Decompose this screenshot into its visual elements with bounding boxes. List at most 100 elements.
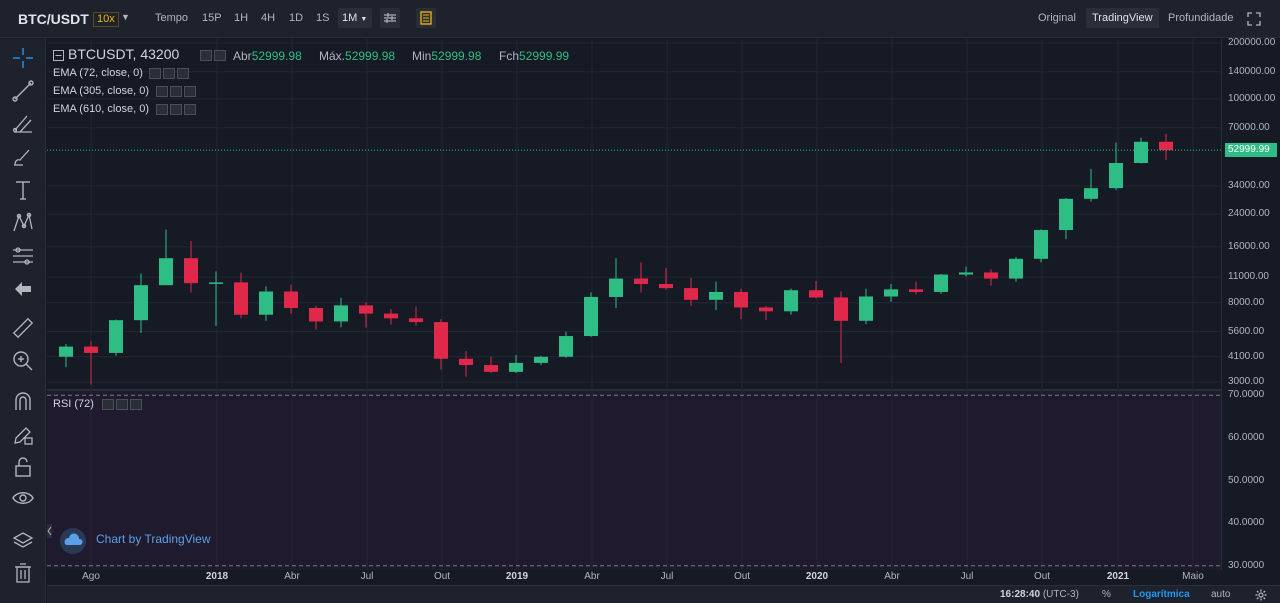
candle-body [359, 305, 373, 314]
time-axis-label: Maio [1182, 571, 1204, 582]
interval-1h[interactable]: 1H [234, 12, 248, 24]
fib-icon[interactable] [11, 112, 35, 136]
collapse-legend-icon[interactable] [53, 50, 64, 61]
notes-icon[interactable] [416, 8, 436, 28]
collapse-handle[interactable] [47, 524, 52, 538]
price-axis-label: 5600.00 [1228, 325, 1265, 337]
time-axis-label: Abr [584, 571, 600, 582]
legend-title: BTCUSDT, 43200 [68, 46, 180, 62]
ohlc-close-label: Fch [499, 49, 520, 63]
price-axis-label: 16000.00 [1228, 240, 1270, 252]
prediction-icon[interactable] [11, 244, 35, 268]
rsi-settings-icon[interactable] [102, 399, 114, 410]
crosshair-icon[interactable] [11, 46, 35, 70]
time-axis-label: Jul [660, 571, 674, 582]
candle-body [159, 258, 173, 286]
trash-icon[interactable] [11, 561, 35, 585]
indicator-close-icon[interactable] [177, 68, 189, 79]
magnet-icon[interactable] [11, 390, 35, 414]
ruler-icon[interactable] [11, 316, 35, 340]
clock-value: 16:28:40 [1000, 589, 1041, 600]
view-tradingview[interactable]: TradingView [1086, 8, 1159, 28]
top-toolbar: BTC/USDT 10x ▼ Tempo 15P 1H 4H 1D 1S 1M … [0, 0, 1280, 38]
rsi-close-icon[interactable] [130, 399, 142, 410]
indicator-ema-610[interactable]: EMA (610, close, 0) [53, 103, 149, 115]
indicator-visibility-icon[interactable] [170, 104, 182, 115]
ohlc-low-label: Min [412, 49, 432, 63]
candle-body [584, 296, 598, 337]
leverage-badge[interactable]: 10x [93, 12, 119, 27]
price-axis-label: 4100.00 [1228, 350, 1265, 362]
rsi-axis-label: 60.0000 [1228, 431, 1265, 443]
indicator-settings-icon[interactable] [156, 104, 168, 115]
indicator-ema-305[interactable]: EMA (305, close, 0) [53, 85, 149, 97]
ohlc-close-value: 52999.99 [519, 49, 570, 63]
price-axis-label: 24000.00 [1228, 208, 1270, 220]
legend-visibility-icon[interactable] [214, 50, 226, 61]
view-original[interactable]: Original [1038, 12, 1076, 24]
eye-icon[interactable] [11, 486, 35, 510]
indicator-settings-icon[interactable] [156, 86, 168, 97]
candle-body [809, 290, 823, 298]
indicator-ema-72[interactable]: EMA (72, close, 0) [53, 67, 143, 79]
bottom-toolbar: 16:28:40 (UTC-3) % Logarítmica auto [47, 585, 1280, 603]
candle-body [1034, 230, 1048, 259]
indicator-visibility-icon[interactable] [170, 86, 182, 97]
ohlc-open-label: Abr [233, 49, 252, 63]
price-axis-label: 3000.00 [1228, 375, 1265, 387]
indicator-visibility-icon[interactable] [163, 68, 175, 79]
interval-15p[interactable]: 15P [202, 12, 222, 24]
time-axis[interactable]: Ago 2018 Abr Jul Out 2019 Abr Jul Out 2020 Abr Jul O… [47, 570, 1221, 585]
rsi-axis-label: 30.0000 [1228, 559, 1265, 571]
interval-tempo[interactable]: Tempo [155, 12, 188, 24]
settings-icon[interactable] [1255, 589, 1267, 601]
candle-body [334, 305, 348, 322]
back-arrow-icon[interactable] [11, 277, 35, 301]
candle-body [409, 318, 423, 323]
candle-body [534, 356, 548, 363]
text-icon[interactable] [11, 178, 35, 202]
indicator-settings-icon[interactable] [380, 8, 400, 28]
rsi-visibility-icon[interactable] [116, 399, 128, 410]
legend-settings-icon[interactable] [200, 50, 212, 61]
percent-toggle[interactable]: % [1102, 589, 1111, 600]
candle-body [959, 272, 973, 275]
brush-icon[interactable] [11, 145, 35, 169]
pencil-lock-icon[interactable] [11, 423, 35, 447]
interval-1s[interactable]: 1S [316, 12, 329, 24]
time-axis-label: Abr [284, 571, 300, 582]
layers-icon[interactable] [11, 529, 35, 553]
candle-body [434, 322, 448, 359]
trend-line-icon[interactable] [11, 79, 35, 103]
auto-toggle[interactable]: auto [1211, 589, 1230, 600]
pattern-icon[interactable] [11, 211, 35, 235]
indicator-close-icon[interactable] [184, 86, 196, 97]
candle-body [934, 274, 948, 292]
chevron-down-icon: ▼ [360, 16, 368, 23]
interval-1m[interactable]: 1M ▼ [338, 8, 372, 28]
candle-body [1134, 141, 1148, 164]
price-axis-label: 200000.00 [1228, 36, 1276, 48]
chevron-down-icon[interactable]: ▼ [121, 12, 130, 22]
indicator-close-icon[interactable] [184, 104, 196, 115]
candle-body [1084, 188, 1098, 199]
lock-icon[interactable] [11, 455, 35, 479]
indicator-settings-icon[interactable] [149, 68, 161, 79]
view-profundidade[interactable]: Profundidade [1168, 12, 1233, 24]
candle-body [784, 290, 798, 312]
zoom-icon[interactable] [11, 349, 35, 373]
candle-body [1009, 258, 1023, 279]
price-axis-label: 70000.00 [1228, 121, 1270, 133]
log-toggle[interactable]: Logarítmica [1133, 589, 1190, 600]
time-axis-label: 2021 [1106, 571, 1130, 582]
interval-1d[interactable]: 1D [289, 12, 303, 24]
price-axis[interactable]: 200000.00 140000.00 100000.00 70000.00 34000… [1221, 36, 1280, 571]
interval-4h[interactable]: 4H [261, 12, 275, 24]
symbol-label[interactable]: BTC/USDT [18, 11, 89, 27]
fullscreen-icon[interactable] [1247, 12, 1261, 26]
clock-time[interactable]: 16:28:40 (UTC-3) [1000, 589, 1079, 600]
time-axis-label: Jul [360, 571, 374, 582]
candlestick-chart[interactable] [47, 39, 1221, 570]
rsi-legend[interactable]: RSI (72) [53, 398, 142, 410]
cloud-icon [60, 528, 86, 554]
